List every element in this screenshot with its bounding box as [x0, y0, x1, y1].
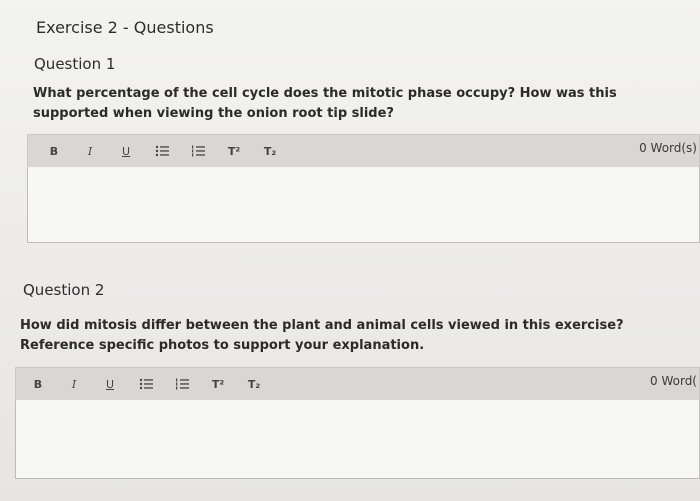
bold-button[interactable]: B — [20, 378, 56, 391]
subscript-button[interactable]: T₂ — [252, 145, 288, 158]
superscript-button[interactable]: T² — [216, 145, 252, 158]
question-2-editor: B I U T² T₂ 0 Word( — [15, 367, 700, 479]
question-2-heading: Question 2 — [23, 281, 105, 299]
question-1-editor: B I U T² T₂ 0 Word(s) — [27, 134, 700, 243]
italic-button[interactable]: I — [56, 378, 92, 391]
underline-button[interactable]: U — [92, 378, 128, 391]
word-count: 0 Word(s) — [639, 141, 697, 155]
question-1-answer-field[interactable] — [27, 167, 700, 243]
bold-button[interactable]: B — [36, 145, 72, 158]
bulleted-list-icon[interactable] — [128, 378, 164, 390]
question-1-toolbar: B I U T² T₂ 0 Word(s) — [27, 134, 700, 168]
question-1-prompt: What percentage of the cell cycle does t… — [33, 86, 617, 121]
question-2-toolbar: B I U T² T₂ 0 Word( — [15, 367, 700, 401]
numbered-list-icon[interactable] — [164, 378, 200, 390]
superscript-button[interactable]: T² — [200, 378, 236, 391]
exercise-title: Exercise 2 - Questions — [36, 18, 214, 37]
question-2-prompt: How did mitosis differ between the plant… — [20, 318, 624, 353]
word-count: 0 Word( — [650, 374, 697, 388]
subscript-button[interactable]: T₂ — [236, 378, 272, 391]
question-2-answer-field[interactable] — [15, 400, 700, 479]
italic-button[interactable]: I — [72, 145, 108, 158]
underline-button[interactable]: U — [108, 145, 144, 158]
numbered-list-icon[interactable] — [180, 145, 216, 157]
bulleted-list-icon[interactable] — [144, 145, 180, 157]
question-1-heading: Question 1 — [34, 55, 116, 73]
